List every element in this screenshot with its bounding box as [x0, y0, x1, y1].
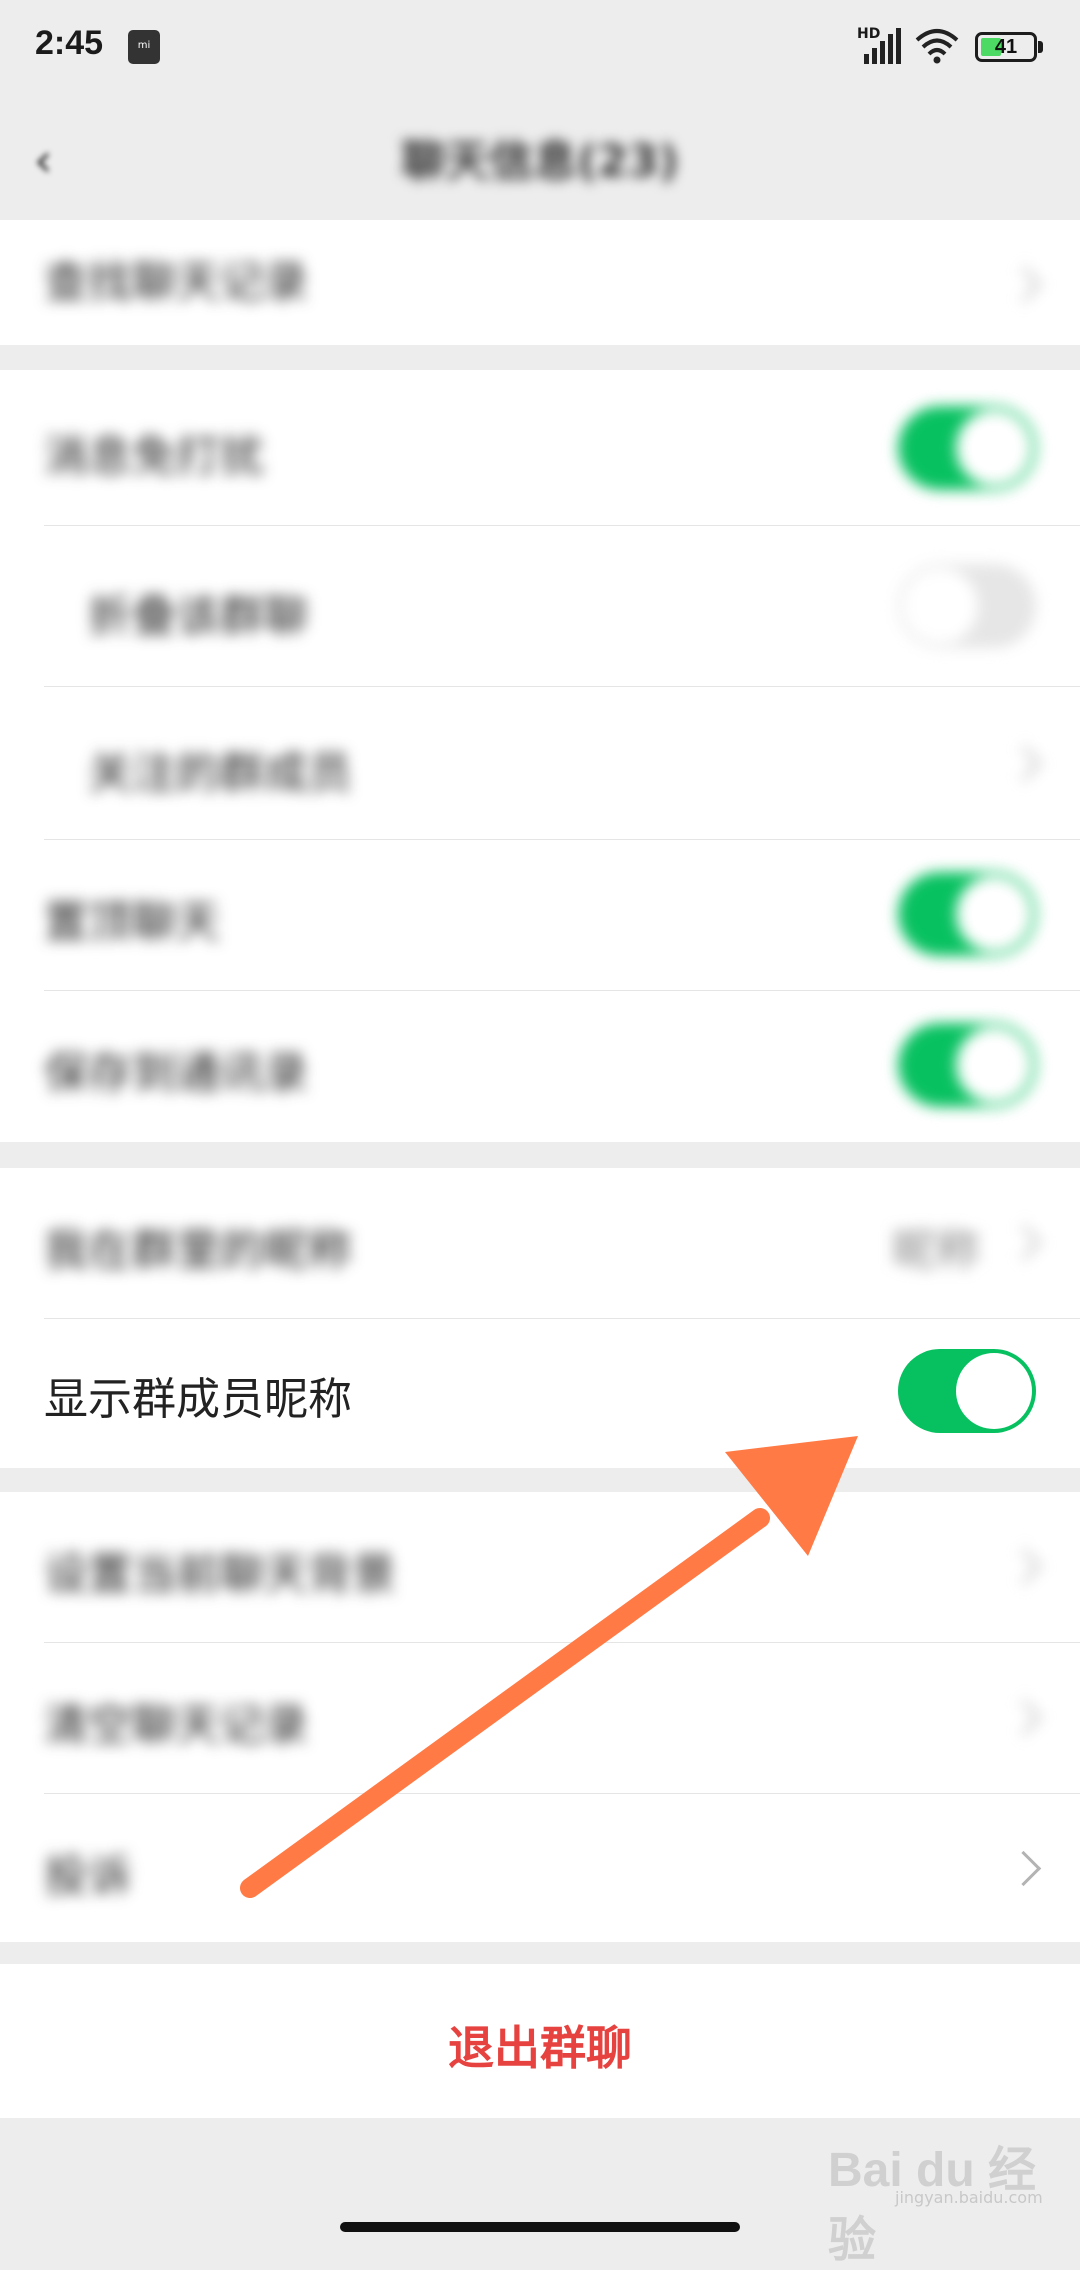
section-search: 查找聊天记录 — [0, 220, 1080, 345]
back-arrow-icon[interactable]: ‹ — [34, 133, 84, 187]
row-report[interactable]: 投诉 — [0, 1794, 1080, 1942]
row-save-contacts[interactable]: 保存到通讯录 — [0, 991, 1080, 1142]
show-member-nicknames-toggle[interactable] — [898, 1349, 1036, 1433]
chevron-right-icon — [1005, 1224, 1042, 1261]
fold-group-toggle[interactable] — [898, 564, 1036, 648]
row-followed-members[interactable]: 关注的群成员 — [0, 687, 1080, 839]
baidu-watermark-url: jingyan.baidu.com — [895, 2188, 1043, 2207]
row-fold-group[interactable]: 折叠该群聊 — [0, 526, 1080, 686]
home-indicator[interactable] — [340, 2222, 740, 2232]
status-bar: 2:45 mi HD 41 — [0, 0, 1080, 95]
my-nickname-value: 昵称 — [892, 1225, 980, 1276]
row-label: 投诉 — [44, 1851, 132, 1902]
page-title: 聊天信息(23) — [401, 136, 679, 187]
row-clear-history[interactable]: 清空聊天记录 — [0, 1643, 1080, 1793]
signal-icon — [864, 28, 901, 64]
section-misc: 设置当前聊天背景 清空聊天记录 投诉 — [0, 1492, 1080, 1942]
row-pin-chat[interactable]: 置顶聊天 — [0, 840, 1080, 990]
battery-icon: 41 — [975, 32, 1037, 62]
status-time: 2:45 — [35, 24, 104, 62]
battery-level: 41 — [994, 36, 1018, 58]
row-mute[interactable]: 消息免打扰 — [0, 370, 1080, 525]
row-label: 我在群里的昵称 — [44, 1225, 352, 1276]
row-search-history[interactable]: 查找聊天记录 — [0, 220, 1080, 345]
mute-toggle[interactable] — [898, 406, 1036, 490]
row-label: 显示群成员昵称 — [44, 1374, 352, 1425]
row-label: 消息免打扰 — [44, 431, 264, 482]
chevron-right-icon — [1005, 1850, 1042, 1887]
exit-group-label: 退出群聊 — [448, 2021, 632, 2075]
chevron-right-icon — [1005, 1548, 1042, 1585]
section-nicknames: 我在群里的昵称 昵称 显示群成员昵称 — [0, 1168, 1080, 1468]
row-set-background[interactable]: 设置当前聊天背景 — [0, 1492, 1080, 1642]
exit-group-button[interactable]: 退出群聊 — [0, 1964, 1080, 2118]
row-label: 保存到通讯录 — [44, 1048, 308, 1099]
row-label: 置顶聊天 — [44, 897, 220, 948]
battery-tip — [1038, 41, 1043, 53]
mi-badge-label: mi — [137, 40, 151, 51]
row-show-member-nicknames[interactable]: 显示群成员昵称 — [0, 1319, 1080, 1468]
row-my-nickname[interactable]: 我在群里的昵称 昵称 — [0, 1168, 1080, 1318]
row-label: 清空聊天记录 — [44, 1700, 308, 1751]
row-label: 查找聊天记录 — [44, 257, 308, 308]
row-label: 折叠该群聊 — [88, 591, 308, 642]
row-label: 关注的群成员 — [88, 748, 352, 799]
pin-chat-toggle[interactable] — [898, 872, 1036, 956]
chevron-right-icon — [1005, 1699, 1042, 1736]
save-contacts-toggle[interactable] — [898, 1023, 1036, 1107]
section-chat-settings: 消息免打扰 折叠该群聊 关注的群成员 置顶聊天 保存到通讯录 — [0, 370, 1080, 1142]
mi-app-icon: mi — [128, 30, 160, 64]
chevron-right-icon — [1005, 745, 1042, 782]
wifi-icon — [915, 29, 959, 64]
chevron-right-icon — [1005, 266, 1042, 303]
row-label: 设置当前聊天背景 — [44, 1549, 396, 1600]
nav-bar: ‹ 聊天信息(23) — [0, 95, 1080, 220]
